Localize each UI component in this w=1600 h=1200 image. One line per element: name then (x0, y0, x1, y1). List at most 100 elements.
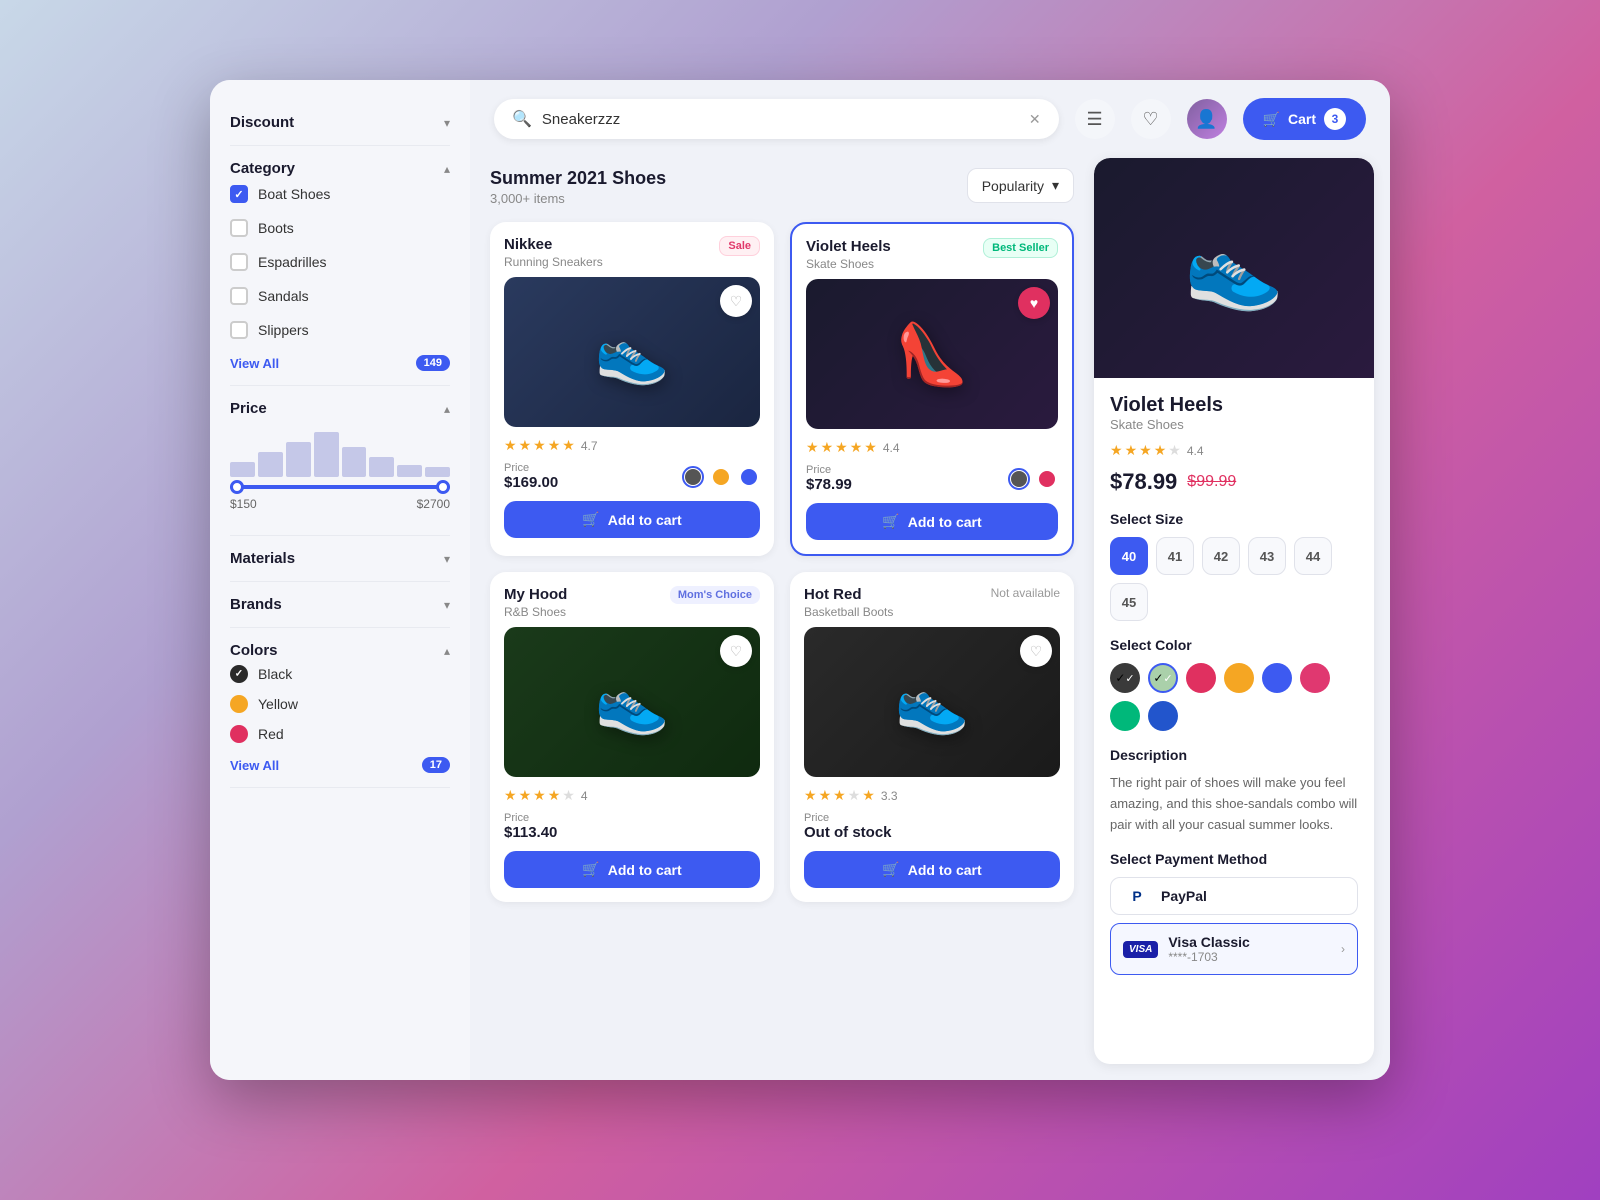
size-btn-41[interactable]: 41 (1156, 537, 1194, 575)
category-list: Boat ShoesBootsEspadrillesSandals Slipper… (230, 177, 450, 347)
product-image-3: 👟 ♡ (804, 627, 1060, 777)
materials-header[interactable]: Materials ▾ (230, 550, 450, 567)
detail-color-option-2[interactable] (1186, 663, 1216, 693)
payment-option-paypal[interactable]: P PayPal (1110, 877, 1358, 915)
sort-chevron-icon: ▾ (1052, 177, 1059, 194)
add-to-cart-btn-3[interactable]: 🛒 Add to cart (804, 851, 1060, 888)
product-price-block-2: Price $113.40 (504, 812, 557, 841)
category-item-1[interactable]: Boots (230, 211, 450, 245)
price-header[interactable]: Price ▴ (230, 400, 450, 417)
category-checkbox-2[interactable] (230, 253, 248, 271)
price-slider-min-thumb[interactable] (230, 480, 244, 494)
product-subtitle-1: Skate Shoes (806, 257, 891, 271)
color-item-2[interactable]: Red (230, 719, 450, 749)
menu-icon-btn[interactable]: ☰ (1075, 99, 1115, 139)
wishlist-btn-0[interactable]: ♡ (720, 285, 752, 317)
cart-label: Cart (1288, 111, 1316, 127)
product-image-0: 👟 ♡ (504, 277, 760, 427)
product-color-dot-1[interactable] (1036, 468, 1058, 490)
color-item-0[interactable]: Black (230, 659, 450, 689)
wishlist-btn-1[interactable]: ♥ (1018, 287, 1050, 319)
badge-sale: Sale (719, 236, 760, 256)
product-card-0[interactable]: Nikkee Running Sneakers Sale 👟 ♡ ★★★★★ 4… (490, 222, 774, 556)
color-item-1[interactable]: Yellow (230, 689, 450, 719)
product-price-label-1: Price (806, 464, 852, 476)
price-min-label: $150 (230, 497, 257, 511)
category-header[interactable]: Category ▴ (230, 160, 450, 177)
product-rating-1: 4.4 (883, 441, 900, 455)
product-color-dot-1[interactable] (710, 466, 732, 488)
star-2: ★ (533, 787, 546, 804)
category-label-4: Slippers (258, 322, 309, 338)
colors-title: Colors (230, 642, 278, 659)
product-image-2: 👟 ♡ (504, 627, 760, 777)
detail-color-option-7[interactable] (1148, 701, 1178, 731)
add-to-cart-label-2: Add to cart (608, 862, 682, 878)
search-input[interactable] (542, 111, 1019, 128)
colors-view-all-link[interactable]: View All (230, 758, 279, 773)
hist-bar-1 (230, 462, 255, 477)
wishlist-btn-3[interactable]: ♡ (1020, 635, 1052, 667)
detail-color-option-5[interactable] (1300, 663, 1330, 693)
product-card-1[interactable]: Violet Heels Skate Shoes Best Seller 👠 ♥… (790, 222, 1074, 556)
product-stars-3: ★★★★★ 3.3 (804, 787, 1060, 804)
color-swatch-2[interactable] (230, 725, 248, 743)
size-btn-44[interactable]: 44 (1294, 537, 1332, 575)
product-color-dot-0[interactable] (1008, 468, 1030, 490)
category-item-0[interactable]: Boat Shoes (230, 177, 450, 211)
category-checkbox-3[interactable] (230, 287, 248, 305)
category-item-2[interactable]: Espadrilles (230, 245, 450, 279)
colors-header[interactable]: Colors ▴ (230, 642, 450, 659)
category-checkbox-4[interactable] (230, 321, 248, 339)
size-btn-43[interactable]: 43 (1248, 537, 1286, 575)
detail-color-option-0[interactable]: ✓ (1110, 663, 1140, 693)
detail-star-5: ★ (1168, 442, 1181, 459)
brands-header[interactable]: Brands ▾ (230, 596, 450, 613)
size-btn-40[interactable]: 40 (1110, 537, 1148, 575)
color-swatch-0[interactable] (230, 665, 248, 683)
add-to-cart-btn-1[interactable]: 🛒 Add to cart (806, 503, 1058, 540)
detail-star-3: ★ (1139, 442, 1152, 459)
avatar[interactable]: 👤 (1187, 99, 1227, 139)
detail-color-option-3[interactable] (1224, 663, 1254, 693)
add-to-cart-btn-0[interactable]: 🛒 Add to cart (504, 501, 760, 538)
category-checkbox-0[interactable] (230, 185, 248, 203)
product-card-2[interactable]: My Hood R&B Shoes Mom's Choice 👟 ♡ ★★★★★… (490, 572, 774, 902)
search-clear-icon[interactable]: ✕ (1029, 111, 1041, 128)
star-3: ★ (850, 439, 863, 456)
payment-info-1: Visa Classic ****-1703 (1168, 934, 1249, 964)
detail-color-option-4[interactable] (1262, 663, 1292, 693)
detail-color-option-6[interactable] (1110, 701, 1140, 731)
description-label: Description (1110, 747, 1358, 763)
category-checkbox-1[interactable] (230, 219, 248, 237)
price-slider-max-thumb[interactable] (436, 480, 450, 494)
size-btn-45[interactable]: 45 (1110, 583, 1148, 621)
wishlist-icon-btn[interactable]: ♡ (1131, 99, 1171, 139)
discount-header[interactable]: Discount ▾ (230, 114, 450, 131)
star-1: ★ (519, 787, 532, 804)
category-view-all-link[interactable]: View All (230, 356, 279, 371)
product-card-3[interactable]: Hot Red Basketball Boots Not available 👟… (790, 572, 1074, 902)
detail-prices: $78.99 $99.99 (1110, 469, 1358, 495)
cart-button[interactable]: 🛒 Cart 3 (1243, 98, 1366, 140)
payment-option-visa[interactable]: VISA Visa Classic ****-1703 › (1110, 923, 1358, 975)
category-item-4[interactable]: Slippers (230, 313, 450, 347)
listing-title: Summer 2021 Shoes (490, 168, 666, 189)
payment-name-1: Visa Classic (1168, 934, 1249, 950)
size-btn-42[interactable]: 42 (1202, 537, 1240, 575)
product-color-dot-2[interactable] (738, 466, 760, 488)
product-listing: Summer 2021 Shoes 3,000+ items Popularit… (470, 158, 1390, 1080)
price-histogram (230, 427, 450, 477)
add-to-cart-label-1: Add to cart (908, 514, 982, 530)
category-item-3[interactable]: Sandals (230, 279, 450, 313)
color-swatch-1[interactable] (230, 695, 248, 713)
discount-title: Discount (230, 114, 294, 131)
product-color-dot-0[interactable] (682, 466, 704, 488)
wishlist-btn-2[interactable]: ♡ (720, 635, 752, 667)
add-to-cart-btn-2[interactable]: 🛒 Add to cart (504, 851, 760, 888)
detail-color-option-1[interactable]: ✓ (1148, 663, 1178, 693)
sort-label: Popularity (982, 178, 1044, 194)
sort-dropdown[interactable]: Popularity ▾ (967, 168, 1074, 203)
color-label-2: Red (258, 726, 284, 742)
payment-name-0: PayPal (1161, 888, 1207, 904)
